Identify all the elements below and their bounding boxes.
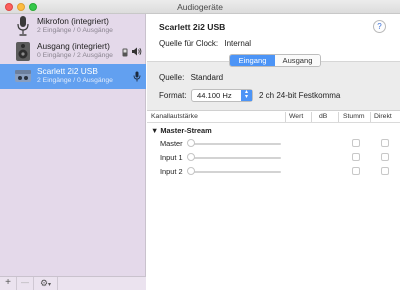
select-arrows-icon: ▴ ▾ — [241, 89, 252, 101]
speaker-icon — [16, 42, 30, 61]
sample-rate-value: 44.100 Hz — [197, 91, 232, 100]
mute-checkbox[interactable] — [352, 167, 360, 175]
channel-label: Master — [160, 139, 183, 148]
default-output-icon — [122, 48, 128, 57]
microphone-input-icon — [133, 71, 141, 82]
tab-ausgang[interactable]: Ausgang — [275, 55, 320, 66]
device-detail-pane: Scarlett 2i2 USB ? Quelle für Clock: Int… — [147, 14, 400, 291]
column-divider — [338, 112, 339, 122]
column-header-mute[interactable]: Stumm — [343, 112, 365, 122]
chevron-down-icon: ▾ — [48, 282, 52, 288]
sidebar-footer: + — ⚙▾ — [0, 276, 146, 290]
column-header-value[interactable]: Wert — [289, 112, 303, 122]
sample-rate-select[interactable]: 44.100 Hz ▴ ▾ — [191, 89, 253, 102]
channel-row-input-2: Input 2 — [147, 165, 400, 179]
title-bar: Audiogeräte — [0, 0, 400, 14]
audio-devices-window: Audiogeräte Mikrofon (integriert) 2 Eing… — [0, 0, 400, 291]
source-value: Standard — [190, 73, 224, 82]
add-device-button[interactable]: + — [0, 277, 17, 290]
volume-slider-knob[interactable] — [187, 167, 195, 175]
clock-source-value: Internal — [224, 39, 252, 48]
volume-slider-knob[interactable] — [187, 139, 195, 147]
minimize-window-button[interactable] — [17, 3, 25, 11]
close-window-button[interactable] — [5, 3, 13, 11]
column-divider — [285, 112, 286, 122]
device-name: Ausgang (integriert) — [37, 41, 110, 51]
device-item-mikrofon[interactable]: Mikrofon (integriert) 2 Eingänge / 0 Aus… — [0, 14, 146, 39]
column-header-db[interactable]: dB — [319, 112, 327, 122]
device-name: Mikrofon (integriert) — [37, 16, 109, 26]
direct-checkbox[interactable] — [381, 167, 389, 175]
device-channels: 2 Eingänge / 0 Ausgänge — [37, 77, 113, 84]
channel-row-master: Master — [147, 137, 400, 151]
master-stream-group[interactable]: ▼ Master-Stream — [151, 126, 212, 135]
device-channels: 2 Eingänge / 0 Ausgänge — [37, 27, 113, 34]
zoom-window-button[interactable] — [29, 3, 37, 11]
column-header-direct[interactable]: Direkt — [374, 112, 392, 122]
mute-checkbox[interactable] — [352, 153, 360, 161]
action-menu-button[interactable]: ⚙▾ — [34, 277, 58, 290]
device-item-ausgang[interactable]: Ausgang (integriert) 0 Eingänge / 2 Ausg… — [0, 39, 146, 64]
column-divider — [311, 112, 312, 122]
table-header: Kanallautstärke Wert dB Stumm Direkt — [147, 111, 400, 123]
direct-checkbox[interactable] — [381, 139, 389, 147]
microphone-icon — [17, 16, 29, 36]
remove-device-button[interactable]: — — [17, 277, 34, 290]
device-title: Scarlett 2i2 USB — [159, 22, 226, 32]
device-sidebar: Mikrofon (integriert) 2 Eingänge / 0 Aus… — [0, 14, 146, 290]
io-tab-control: Eingang Ausgang — [229, 54, 321, 67]
clock-source-row: Quelle für Clock: Internal — [159, 39, 251, 48]
source-label: Quelle: — [159, 73, 185, 82]
device-item-scarlett[interactable]: Scarlett 2i2 USB 2 Eingänge / 0 Ausgänge — [0, 64, 146, 89]
window-title: Audiogeräte — [177, 2, 223, 12]
column-header-volume[interactable]: Kanallautstärke — [151, 112, 198, 122]
help-button[interactable]: ? — [373, 20, 386, 33]
direct-checkbox[interactable] — [381, 153, 389, 161]
mute-checkbox[interactable] — [352, 139, 360, 147]
format-label: Format: — [159, 91, 187, 100]
volume-icon — [132, 47, 142, 56]
device-channels: 0 Eingänge / 2 Ausgänge — [37, 52, 113, 59]
channel-row-input-1: Input 1 — [147, 151, 400, 165]
usb-audio-interface-icon — [15, 70, 31, 82]
clock-source-label: Quelle für Clock: — [159, 39, 219, 48]
channel-label: Input 1 — [160, 153, 183, 162]
volume-slider-track[interactable] — [191, 157, 281, 159]
volume-slider-track[interactable] — [191, 171, 281, 173]
format-description: 2 ch 24-bit Festkomma — [259, 91, 341, 100]
device-name: Scarlett 2i2 USB — [37, 66, 98, 76]
source-row: Quelle: Standard — [159, 73, 223, 82]
volume-slider-knob[interactable] — [187, 153, 195, 161]
tab-content: Quelle: Standard Format: 44.100 Hz ▴ ▾ 2 … — [147, 61, 400, 291]
column-divider — [370, 112, 371, 122]
channel-volume-table: Kanallautstärke Wert dB Stumm Direkt ▼ M… — [147, 110, 400, 291]
volume-slider-track[interactable] — [191, 143, 281, 145]
channel-label: Input 2 — [160, 167, 183, 176]
gear-icon: ⚙ — [39, 278, 49, 288]
tab-eingang[interactable]: Eingang — [230, 55, 275, 66]
